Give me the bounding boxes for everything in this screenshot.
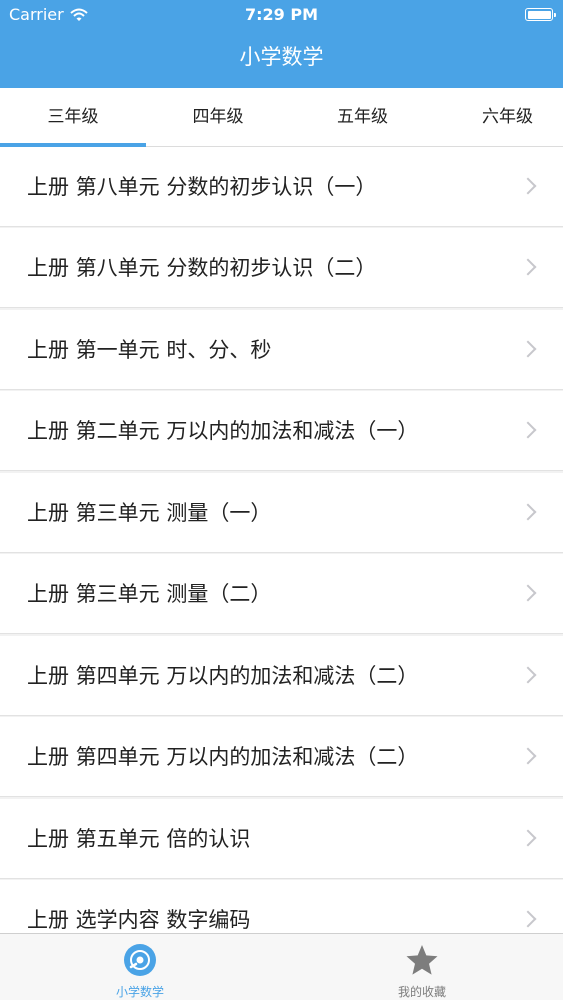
list-item-label: 上册 第四单元 万以内的加法和减法（二） bbox=[27, 745, 419, 769]
list-item-label: 上册 第八单元 分数的初步认识（一） bbox=[27, 175, 377, 199]
tabbar-label: 我的收藏 bbox=[397, 985, 446, 999]
star-icon bbox=[406, 945, 438, 975]
list-item-label: 上册 第四单元 万以内的加法和减法（二） bbox=[27, 664, 419, 688]
tab-grade-3[interactable]: 三年级 bbox=[0, 88, 146, 147]
status-time: 7:29 PM bbox=[244, 5, 318, 24]
status-bar: Carrier 7:29 PM bbox=[0, 0, 563, 30]
list-item-label: 上册 第八单元 分数的初步认识（二） bbox=[27, 256, 377, 280]
list-item[interactable]: 上册 第三单元 测量（一） bbox=[0, 473, 563, 553]
list-item-label: 上册 第二单元 万以内的加法和减法（一） bbox=[27, 419, 419, 443]
chevron-right-icon bbox=[519, 910, 537, 928]
list-item[interactable]: 上册 第八单元 分数的初步认识（二） bbox=[0, 228, 563, 308]
chevron-right-icon bbox=[519, 340, 537, 358]
tabbar-item-math[interactable]: 小学数学 bbox=[40, 934, 240, 1000]
list-item-label: 上册 第五单元 倍的认识 bbox=[27, 827, 251, 851]
tab-grade-4[interactable]: 四年级 bbox=[146, 88, 290, 147]
tab-label: 五年级 bbox=[337, 107, 388, 127]
list-item-label: 上册 选学内容 数字编码 bbox=[27, 908, 251, 932]
unit-list[interactable]: 上册 第八单元 分数的初步认识（一） 上册 第八单元 分数的初步认识（二） 上册… bbox=[0, 147, 563, 933]
list-item[interactable]: 上册 第四单元 万以内的加法和减法（二） bbox=[0, 636, 563, 716]
list-item[interactable]: 上册 第八单元 分数的初步认识（一） bbox=[0, 147, 563, 227]
chevron-right-icon bbox=[519, 421, 537, 439]
tabbar-item-favorites[interactable]: 我的收藏 bbox=[322, 934, 522, 1000]
list-item[interactable]: 上册 第五单元 倍的认识 bbox=[0, 799, 563, 879]
list-item[interactable]: 上册 第一单元 时、分、秒 bbox=[0, 310, 563, 390]
list-item[interactable]: 上册 第三单元 测量（二） bbox=[0, 554, 563, 634]
list-item-label: 上册 第三单元 测量（二） bbox=[27, 582, 272, 606]
tab-grade-6[interactable]: 六年级 bbox=[435, 88, 563, 147]
bottom-tab-bar: 小学数学 我的收藏 bbox=[0, 933, 563, 1000]
chevron-right-icon bbox=[519, 747, 537, 765]
grade-tabs: 三年级 四年级 五年级 六年级 bbox=[0, 88, 563, 147]
list-item-label: 上册 第一单元 时、分、秒 bbox=[27, 338, 272, 362]
list-item-label: 上册 第三单元 测量（一） bbox=[27, 501, 272, 525]
page-title: 小学数学 bbox=[239, 45, 324, 69]
chevron-right-icon bbox=[519, 258, 537, 276]
list-item[interactable]: 上册 第二单元 万以内的加法和减法（一） bbox=[0, 391, 563, 471]
tabbar-label: 小学数学 bbox=[115, 985, 164, 999]
disc-icon bbox=[124, 944, 156, 976]
tab-label: 六年级 bbox=[482, 107, 533, 127]
tab-label: 三年级 bbox=[47, 107, 99, 127]
tab-grade-5[interactable]: 五年级 bbox=[290, 88, 435, 147]
chevron-right-icon bbox=[519, 177, 537, 195]
list-item[interactable]: 上册 选学内容 数字编码 bbox=[0, 880, 563, 933]
battery-icon bbox=[525, 8, 556, 21]
nav-header: Carrier 7:29 PM 小学数学 bbox=[0, 0, 563, 88]
chevron-right-icon bbox=[519, 584, 537, 602]
chevron-right-icon bbox=[519, 666, 537, 684]
chevron-right-icon bbox=[519, 503, 537, 521]
chevron-right-icon bbox=[519, 829, 537, 847]
list-item[interactable]: 上册 第四单元 万以内的加法和减法（二） bbox=[0, 717, 563, 797]
tab-label: 四年级 bbox=[192, 107, 244, 127]
